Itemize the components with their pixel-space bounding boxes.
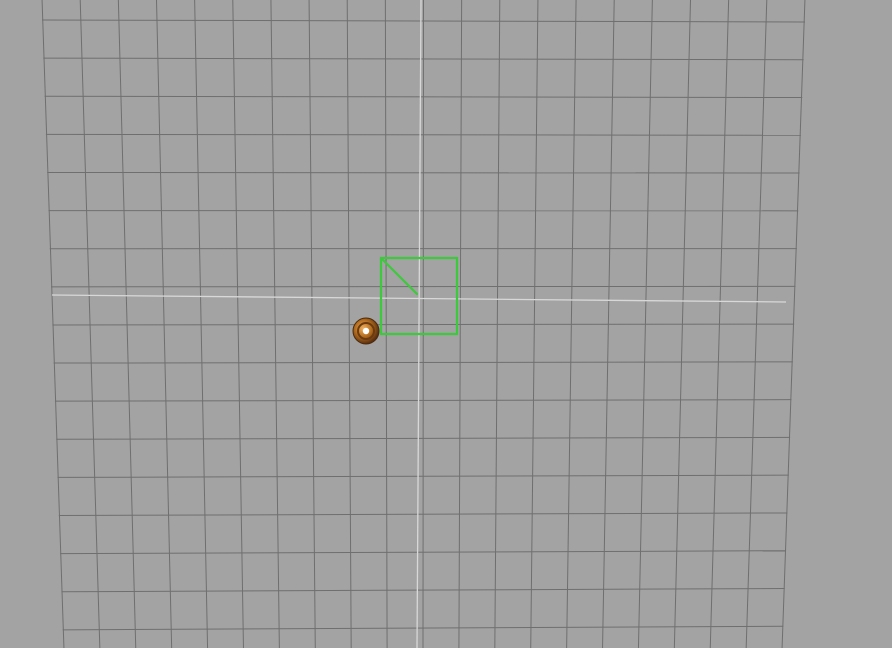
grid-line-horizontal bbox=[47, 171, 800, 174]
scene-canvas[interactable] bbox=[0, 0, 892, 648]
3d-scene-viewport[interactable] bbox=[0, 0, 892, 648]
agent-ball[interactable] bbox=[352, 317, 380, 345]
ball-center-dot bbox=[362, 327, 370, 335]
